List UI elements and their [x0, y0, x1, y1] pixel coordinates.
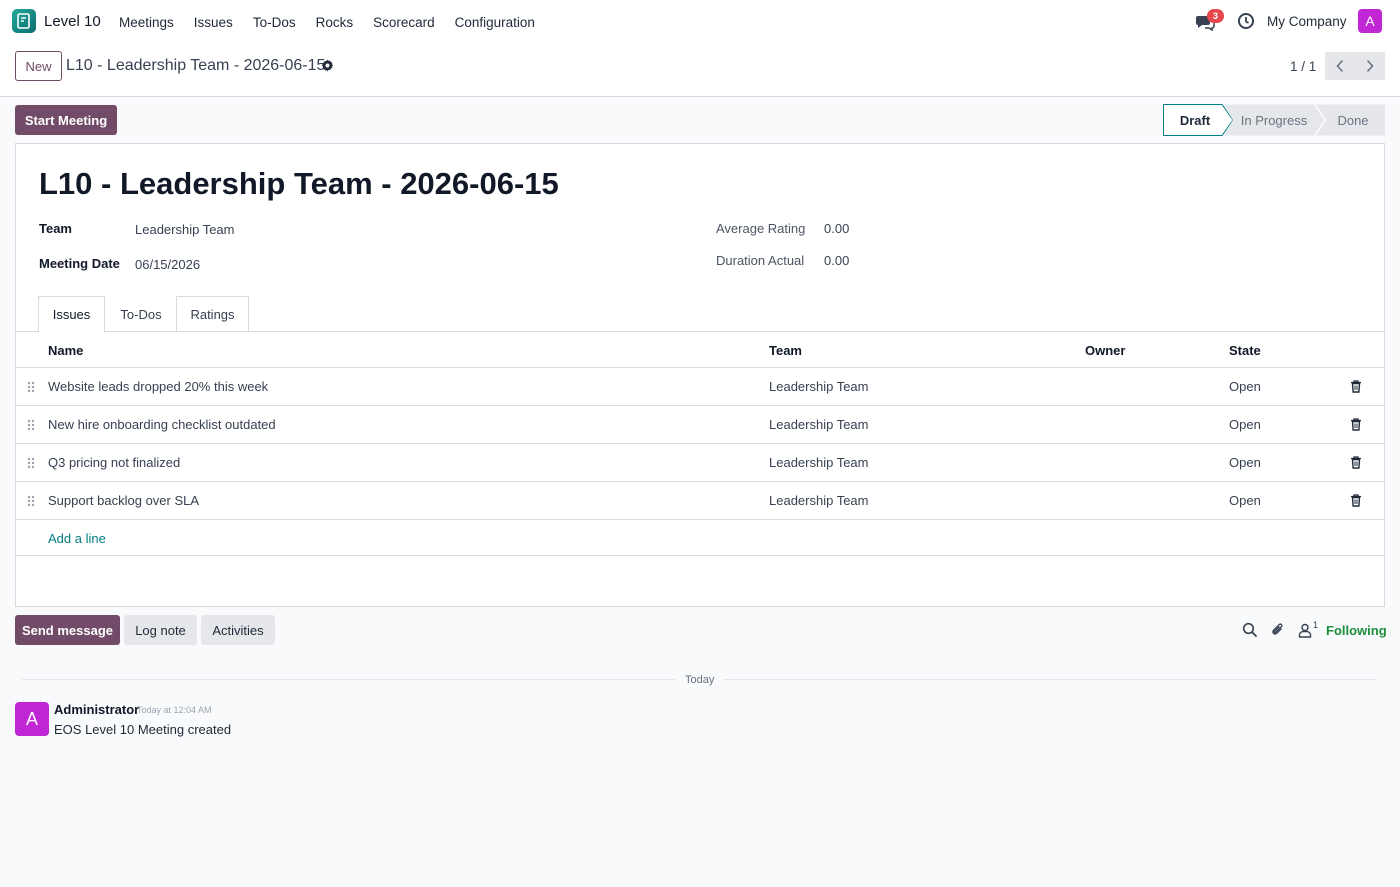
- date-separator-line: [723, 679, 1376, 680]
- breadcrumb: L10 - Leadership Team - 2026-06-15: [66, 57, 326, 74]
- column-state[interactable]: State: [1229, 343, 1261, 358]
- trash-icon[interactable]: [1350, 456, 1362, 469]
- table-row[interactable]: New hire onboarding checklist outdated L…: [16, 406, 1384, 444]
- following-button[interactable]: Following: [1326, 623, 1387, 638]
- add-line-link[interactable]: Add a line: [48, 531, 106, 546]
- chevron-right-icon: [1366, 59, 1374, 73]
- gear-icon[interactable]: [321, 59, 334, 72]
- team-label: Team: [39, 221, 72, 236]
- log-note-button[interactable]: Log note: [124, 615, 197, 645]
- table-row[interactable]: Support backlog over SLA Leadership Team…: [16, 482, 1384, 520]
- table-header: Name Team Owner State: [16, 332, 1384, 368]
- menu-item-todos[interactable]: To-Dos: [243, 15, 306, 30]
- menu-item-configuration[interactable]: Configuration: [445, 15, 545, 30]
- row-team: Leadership Team: [769, 455, 869, 470]
- column-team[interactable]: Team: [769, 343, 802, 358]
- send-message-button[interactable]: Send message: [15, 615, 120, 645]
- form-sheet: L10 - Leadership Team - 2026-06-15 Team …: [15, 143, 1385, 607]
- activity-clock-icon[interactable]: [1237, 12, 1255, 30]
- date-separator-line: [22, 679, 675, 680]
- new-button[interactable]: New: [15, 51, 62, 81]
- activities-button[interactable]: Activities: [201, 615, 275, 645]
- row-name: Support backlog over SLA: [48, 493, 200, 508]
- user-avatar[interactable]: A: [1358, 9, 1382, 33]
- main-menu: Meetings Issues To-Dos Rocks Scorecard C…: [109, 0, 545, 44]
- row-team: Leadership Team: [769, 379, 869, 394]
- notebook-tabs: Issues To-Dos Ratings: [16, 296, 1384, 333]
- meeting-date-field[interactable]: 06/15/2026: [135, 257, 200, 272]
- menu-item-issues[interactable]: Issues: [184, 15, 243, 30]
- table-row[interactable]: Website leads dropped 20% this week Lead…: [16, 368, 1384, 406]
- message-count-badge: 3: [1207, 9, 1224, 23]
- trash-icon[interactable]: [1350, 418, 1362, 431]
- team-field[interactable]: Leadership Team: [135, 222, 235, 237]
- drag-handle-icon[interactable]: [27, 495, 35, 507]
- row-state: Open: [1229, 493, 1261, 508]
- menu-item-rocks[interactable]: Rocks: [306, 15, 364, 30]
- message-body: EOS Level 10 Meeting created: [54, 722, 232, 737]
- drag-handle-icon[interactable]: [27, 457, 35, 469]
- average-rating-value: 0.00: [824, 221, 850, 236]
- drag-handle-icon[interactable]: [27, 381, 35, 393]
- app-icon[interactable]: [12, 9, 36, 33]
- trash-icon[interactable]: [1350, 494, 1362, 507]
- row-team: Leadership Team: [769, 493, 869, 508]
- company-switcher[interactable]: My Company: [1267, 14, 1347, 29]
- trash-icon[interactable]: [1350, 380, 1362, 393]
- tab-todos[interactable]: To-Dos: [105, 296, 177, 332]
- status-done[interactable]: Done: [1337, 113, 1368, 128]
- app-name[interactable]: Level 10: [44, 13, 101, 30]
- record-title[interactable]: L10 - Leadership Team - 2026-06-15: [39, 166, 559, 202]
- duration-actual-value: 0.00: [824, 253, 850, 268]
- duration-actual-label: Duration Actual: [716, 253, 805, 268]
- search-icon[interactable]: [1242, 622, 1258, 638]
- date-separator: Today: [685, 674, 715, 686]
- status-in-progress[interactable]: In Progress: [1241, 113, 1308, 128]
- row-state: Open: [1229, 455, 1261, 470]
- drag-handle-icon[interactable]: [27, 419, 35, 431]
- average-rating-label: Average Rating: [716, 221, 806, 236]
- menu-item-meetings[interactable]: Meetings: [109, 15, 184, 30]
- pager-previous-button[interactable]: [1325, 52, 1355, 80]
- add-line-row: [16, 520, 1384, 556]
- pager-value[interactable]: 1 / 1: [1290, 59, 1316, 74]
- row-state: Open: [1229, 417, 1261, 432]
- row-name: Website leads dropped 20% this week: [48, 379, 269, 394]
- tab-issues[interactable]: Issues: [38, 296, 105, 333]
- author-avatar[interactable]: A: [15, 702, 49, 736]
- row-state: Open: [1229, 379, 1261, 394]
- table-row[interactable]: Q3 pricing not finalized Leadership Team…: [16, 444, 1384, 482]
- menu-item-scorecard[interactable]: Scorecard: [363, 15, 445, 30]
- pager-next-button[interactable]: [1355, 52, 1385, 80]
- row-team: Leadership Team: [769, 417, 869, 432]
- paperclip-icon[interactable]: [1270, 622, 1286, 638]
- top-navbar: Level 10 Meetings Issues To-Dos Rocks Sc…: [0, 0, 1400, 44]
- row-name: Q3 pricing not finalized: [48, 455, 181, 470]
- column-name[interactable]: Name: [48, 343, 83, 358]
- control-panel: New L10 - Leadership Team - 2026-06-15 1…: [0, 44, 1400, 97]
- start-meeting-button[interactable]: Start Meeting: [15, 105, 117, 135]
- column-owner[interactable]: Owner: [1085, 343, 1125, 358]
- message-date: Today at 12:04 AM: [137, 705, 212, 715]
- row-name: New hire onboarding checklist outdated: [48, 417, 276, 432]
- status-bar: Draft In Progress Done: [1163, 104, 1385, 136]
- meeting-date-label: Meeting Date: [39, 256, 120, 271]
- tab-ratings[interactable]: Ratings: [176, 296, 249, 332]
- followers-icon[interactable]: [1297, 622, 1313, 638]
- status-draft[interactable]: Draft: [1180, 113, 1211, 128]
- followers-count: 1: [1313, 620, 1319, 630]
- message-author[interactable]: Administrator: [54, 702, 139, 717]
- chevron-left-icon: [1336, 59, 1344, 73]
